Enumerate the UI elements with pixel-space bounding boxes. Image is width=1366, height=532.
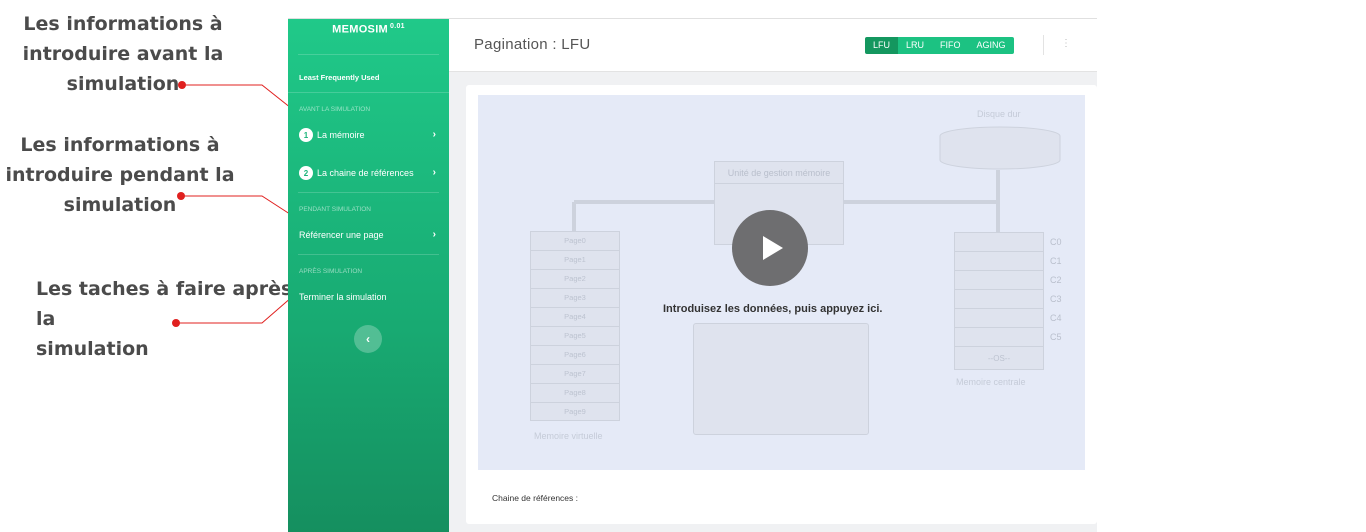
chevron-right-icon: › xyxy=(432,167,436,178)
hard-disk-shell xyxy=(939,136,1061,170)
sidebar-item-label: Terminer la simulation xyxy=(299,292,387,302)
sidebar: MEMOSIM 0.01 Least Frequently Used AVANT … xyxy=(288,19,449,532)
section-after-simulation: APRÈS SIMULATION xyxy=(299,268,363,275)
sidebar-item-memory[interactable]: 1 La mémoire › xyxy=(288,116,449,154)
simulation-stage[interactable]: Disque dur Unité de gestion mémoire Page… xyxy=(478,95,1085,470)
simulation-card: Disque dur Unité de gestion mémoire Page… xyxy=(466,85,1097,524)
central-memory-label: Memoire centrale xyxy=(956,377,1026,387)
sidebar-item-label: La mémoire xyxy=(317,130,365,140)
virtual-page: Page3 xyxy=(530,288,620,307)
chevron-left-icon: ‹ xyxy=(366,332,370,346)
frame-label: C1 xyxy=(1050,256,1062,266)
central-memory-stack: --OS-- xyxy=(954,232,1044,370)
step-badge-2: 2 xyxy=(299,166,313,180)
header-bar: Pagination : LFU LFU LRU FIFO AGING ⋮ xyxy=(449,19,1097,72)
frame-cell xyxy=(954,327,1044,346)
algo-button-aging[interactable]: AGING xyxy=(968,37,1014,54)
virtual-page: Page0 xyxy=(530,231,620,250)
frame-cell xyxy=(954,251,1044,270)
section-before-simulation: AVANT LA SIMULATION xyxy=(299,106,371,113)
page-title: Pagination : LFU xyxy=(474,36,591,53)
sidebar-item-label: Référencer une page xyxy=(299,230,384,240)
frame-label: C0 xyxy=(1050,237,1062,247)
step-badge-1: 1 xyxy=(299,128,313,142)
sidebar-divider xyxy=(298,254,439,255)
mmu-label: Unité de gestion mémoire xyxy=(715,162,843,184)
virtual-page: Page6 xyxy=(530,345,620,364)
frame-label: C5 xyxy=(1050,332,1062,342)
algo-button-fifo[interactable]: FIFO xyxy=(932,37,969,54)
virtual-memory-stack: Page0 Page1 Page2 Page3 Page4 Page5 Page… xyxy=(530,231,620,421)
annotation-after-simulation: Les taches à faire après la simulation xyxy=(36,278,293,360)
frame-label: C3 xyxy=(1050,294,1062,304)
virtual-page: Page7 xyxy=(530,364,620,383)
virtual-page: Page9 xyxy=(530,402,620,421)
virtual-memory-label: Memoire virtuelle xyxy=(534,431,603,441)
virtual-page: Page5 xyxy=(530,326,620,345)
algorithm-switcher: LFU LRU FIFO AGING xyxy=(865,37,1014,54)
start-instruction: Introduisez les données, puis appuyez ic… xyxy=(663,303,883,315)
frame-label: C4 xyxy=(1050,313,1062,323)
virtual-page: Page2 xyxy=(530,269,620,288)
reference-chain-label: Chaine de références : xyxy=(492,493,578,503)
frame-cell xyxy=(954,232,1044,251)
section-during-simulation: PENDANT SIMULATION xyxy=(299,206,371,213)
frame-cell xyxy=(954,289,1044,308)
virtual-page: Page1 xyxy=(530,250,620,269)
play-button[interactable] xyxy=(732,210,808,286)
sidebar-item-reference-chain[interactable]: 2 La chaine de références › xyxy=(288,154,449,192)
os-cell: --OS-- xyxy=(954,346,1044,370)
algo-button-lfu[interactable]: LFU xyxy=(865,37,899,54)
chevron-right-icon: › xyxy=(432,229,436,240)
sidebar-collapse-button[interactable]: ‹ xyxy=(354,325,382,353)
sidebar-item-label: La chaine de références xyxy=(317,168,414,178)
brand-version: 0.01 xyxy=(390,23,405,30)
virtual-page: Page8 xyxy=(530,383,620,402)
virtual-page: Page4 xyxy=(530,307,620,326)
frame-label: C2 xyxy=(1050,275,1062,285)
annotation-before-simulation: Les informations à introduire avant la s… xyxy=(22,13,224,95)
sidebar-item-reference-page[interactable]: Référencer une page › xyxy=(288,216,449,254)
page: Les informations à introduire avant la s… xyxy=(0,0,1366,532)
sidebar-item-end-simulation[interactable]: Terminer la simulation xyxy=(288,278,449,316)
brand: MEMOSIM 0.01 xyxy=(298,19,439,55)
sidebar-divider xyxy=(298,192,439,193)
frame-cell xyxy=(954,308,1044,327)
mini-ui-illustration xyxy=(693,323,869,435)
algo-button-lru[interactable]: LRU xyxy=(898,37,933,54)
app-window: MEMOSIM 0.01 Least Frequently Used AVANT … xyxy=(288,18,1097,532)
brand-name: MEMOSIM xyxy=(332,23,389,36)
play-icon xyxy=(762,236,783,260)
hard-disk-label: Disque dur xyxy=(977,109,1021,119)
annotation-during-simulation: Les informations à introduire pendant la… xyxy=(5,134,235,216)
frame-cell xyxy=(954,270,1044,289)
sidebar-subtitle: Least Frequently Used xyxy=(288,55,449,93)
chevron-right-icon: › xyxy=(432,129,436,140)
kebab-menu-icon[interactable]: ⋮ xyxy=(1043,35,1071,55)
